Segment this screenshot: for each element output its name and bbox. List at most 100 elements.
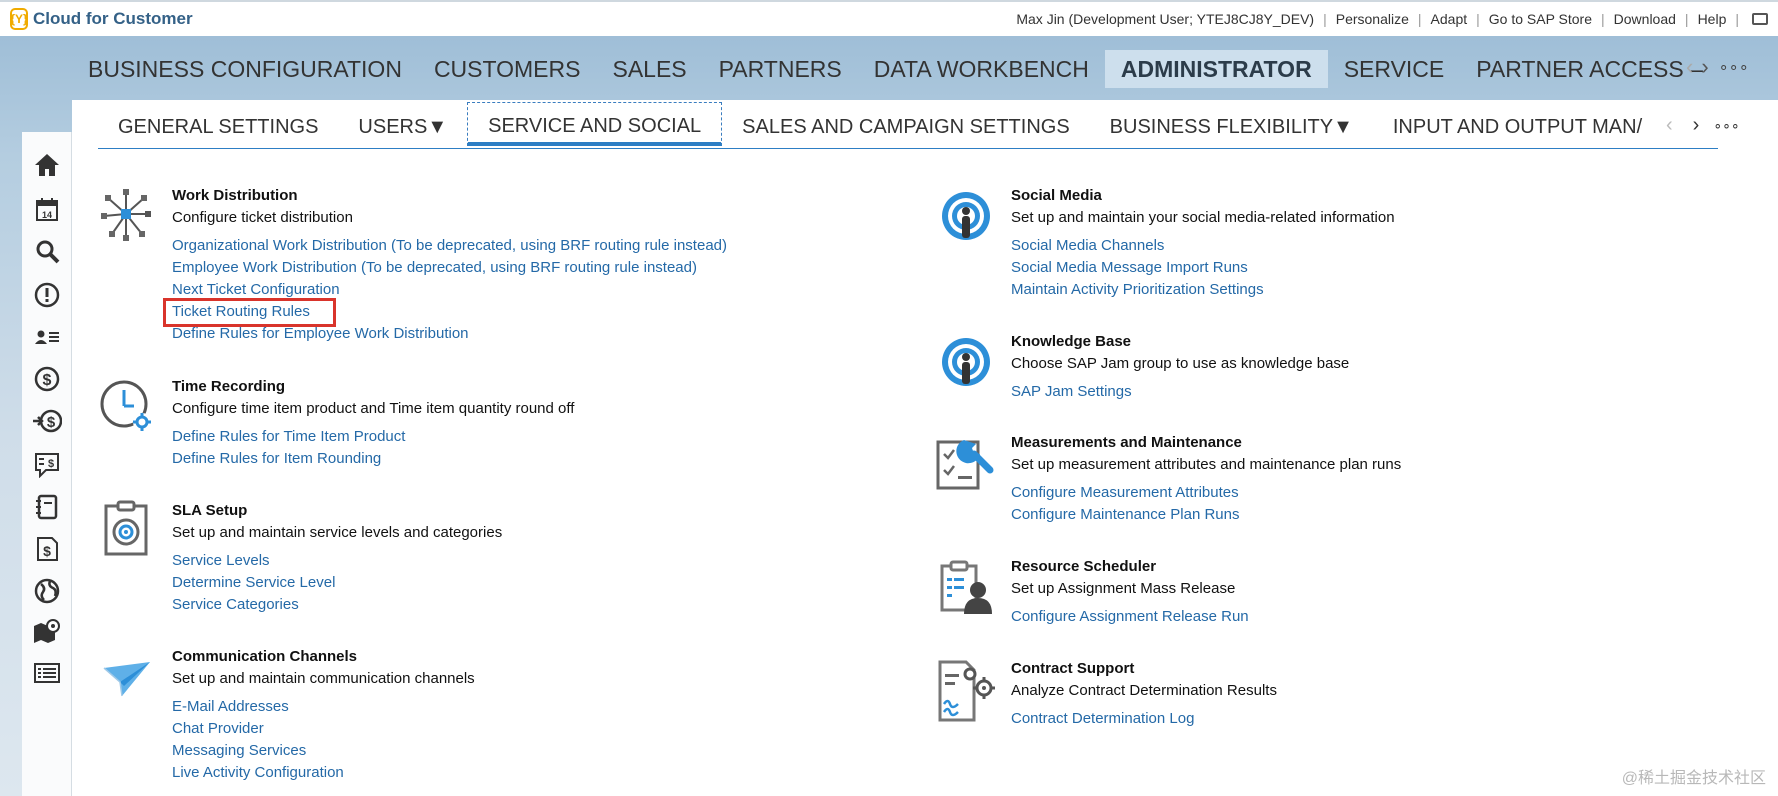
section-title: Time Recording: [172, 378, 286, 395]
personalize-link[interactable]: Personalize: [1336, 11, 1409, 27]
content-panel: [72, 100, 1778, 796]
link-configure-assignment-release-run[interactable]: Configure Assignment Release Run: [1011, 608, 1249, 625]
dollar-icon[interactable]: $: [32, 364, 62, 394]
nav-partner-access[interactable]: PARTNER ACCESS –: [1460, 50, 1719, 88]
download-link[interactable]: Download: [1614, 11, 1676, 27]
main-nav-scroll: ‹ › ∘∘∘: [1686, 54, 1749, 80]
separator: |: [1735, 11, 1739, 27]
sub-nav-scroll: ‹ › ∘∘∘: [1666, 114, 1740, 137]
section-title: Resource Scheduler: [1011, 558, 1157, 575]
window-icon[interactable]: [1752, 13, 1768, 25]
link-define-rules-item-rounding[interactable]: Define Rules for Item Rounding: [172, 450, 381, 467]
link-social-media-channels[interactable]: Social Media Channels: [1011, 237, 1164, 254]
alert-icon[interactable]: [32, 280, 62, 310]
nav-service[interactable]: SERVICE: [1328, 50, 1461, 88]
chevron-left-icon[interactable]: ‹: [1666, 114, 1673, 137]
link-define-rules-employee-work-distribution[interactable]: Define Rules for Employee Work Distribut…: [172, 325, 469, 342]
section-description: Set up and maintain service levels and c…: [172, 524, 503, 541]
nav-data-workbench[interactable]: DATA WORKBENCH: [858, 50, 1105, 88]
separator: |: [1684, 11, 1689, 27]
shell-bar: {Y} Cloud for Customer Max Jin (Developm…: [0, 0, 1778, 36]
social-media-icon: [938, 192, 994, 248]
svg-text:$: $: [48, 458, 54, 470]
globe-icon[interactable]: [32, 576, 62, 606]
section-title: Work Distribution: [172, 187, 298, 204]
measurement-wrench-icon: [934, 436, 994, 492]
link-sap-jam-settings[interactable]: SAP Jam Settings: [1011, 383, 1132, 400]
nav-partners[interactable]: PARTNERS: [703, 50, 858, 88]
map-icon[interactable]: [32, 616, 62, 646]
link-next-ticket-configuration[interactable]: Next Ticket Configuration: [172, 281, 340, 298]
tab-general-settings[interactable]: GENERAL SETTINGS: [98, 102, 338, 146]
user-name[interactable]: Max Jin (Development User; YTEJ8CJ8Y_DEV…: [1016, 11, 1314, 27]
contract-gear-icon: [936, 660, 995, 722]
link-email-addresses[interactable]: E-Mail Addresses: [172, 698, 289, 715]
link-determine-service-level[interactable]: Determine Service Level: [172, 574, 335, 591]
link-define-rules-time-item-product[interactable]: Define Rules for Time Item Product: [172, 428, 405, 445]
link-configure-maintenance-plan-runs[interactable]: Configure Maintenance Plan Runs: [1011, 506, 1239, 523]
link-organizational-work-distribution[interactable]: Organizational Work Distribution (To be …: [172, 237, 727, 254]
section-description: Set up Assignment Mass Release: [1011, 580, 1236, 597]
home-icon[interactable]: [32, 150, 62, 180]
notebook-icon[interactable]: [32, 492, 62, 522]
paper-plane-icon: [100, 652, 156, 708]
time-recording-icon: [98, 378, 154, 434]
link-chat-provider[interactable]: Chat Provider: [172, 720, 264, 737]
separator: |: [1323, 11, 1327, 27]
highlight-box: [163, 298, 336, 327]
app-logo[interactable]: {Y} Cloud for Customer: [10, 8, 193, 30]
svg-text:$: $: [43, 372, 52, 389]
tab-users[interactable]: USERS▼: [338, 102, 467, 146]
link-service-categories[interactable]: Service Categories: [172, 596, 299, 613]
section-title: Measurements and Maintenance: [1011, 434, 1242, 451]
tab-service-and-social[interactable]: SERVICE AND SOCIAL: [467, 102, 723, 146]
section-description: Analyze Contract Determination Results: [1011, 682, 1277, 699]
left-sidebar: 14 $ $ $ $: [22, 132, 72, 796]
nav-sales[interactable]: SALES: [596, 50, 702, 88]
sap-store-link[interactable]: Go to SAP Store: [1489, 11, 1592, 27]
invoice-icon[interactable]: $: [32, 534, 62, 564]
knowledge-base-icon: [938, 338, 994, 394]
dollar-transfer-icon[interactable]: $: [32, 406, 62, 436]
quote-icon[interactable]: $: [32, 450, 62, 480]
nav-administrator[interactable]: ADMINISTRATOR: [1104, 50, 1328, 88]
separator: |: [1476, 11, 1480, 27]
section-title: SLA Setup: [172, 502, 248, 519]
tab-business-flexibility[interactable]: BUSINESS FLEXIBILITY▼: [1090, 102, 1373, 146]
link-service-levels[interactable]: Service Levels: [172, 552, 270, 569]
svg-text:14: 14: [42, 210, 52, 220]
resource-scheduler-icon: [938, 560, 994, 616]
link-configure-measurement-attributes[interactable]: Configure Measurement Attributes: [1011, 484, 1239, 501]
contacts-icon[interactable]: [32, 322, 62, 352]
link-messaging-services[interactable]: Messaging Services: [172, 742, 306, 759]
link-live-activity-configuration[interactable]: Live Activity Configuration: [172, 764, 344, 781]
search-icon[interactable]: [32, 236, 62, 266]
chevron-left-icon[interactable]: ‹: [1686, 54, 1693, 80]
link-contract-determination-log[interactable]: Contract Determination Log: [1011, 710, 1194, 727]
section-title: Social Media: [1011, 187, 1102, 204]
link-maintain-activity-prioritization-settings[interactable]: Maintain Activity Prioritization Setting…: [1011, 281, 1264, 298]
section-title: Communication Channels: [172, 648, 358, 665]
section-title: Knowledge Base: [1011, 333, 1132, 350]
main-work-center-nav: BUSINESS CONFIGURATION CUSTOMERS SALES P…: [78, 50, 1719, 88]
chevron-right-icon[interactable]: ›: [1701, 54, 1708, 80]
separator: |: [1601, 11, 1605, 27]
section-description: Configure time item product and Time ite…: [172, 400, 575, 417]
adapt-link[interactable]: Adapt: [1431, 11, 1468, 27]
link-employee-work-distribution[interactable]: Employee Work Distribution (To be deprec…: [172, 259, 697, 276]
link-social-media-message-import-runs[interactable]: Social Media Message Import Runs: [1011, 259, 1248, 276]
more-icon[interactable]: ∘∘∘: [1719, 57, 1749, 77]
sub-nav-underline: [98, 148, 1718, 149]
nav-customers[interactable]: CUSTOMERS: [418, 50, 597, 88]
section-description: Choose SAP Jam group to use as knowledge…: [1011, 355, 1350, 372]
section-description: Set up and maintain communication channe…: [172, 670, 475, 687]
nav-business-configuration[interactable]: BUSINESS CONFIGURATION: [78, 50, 418, 88]
more-icon[interactable]: ∘∘∘: [1713, 117, 1739, 134]
calendar-icon[interactable]: 14: [32, 194, 62, 224]
tab-sales-and-campaign-settings[interactable]: SALES AND CAMPAIGN SETTINGS: [722, 102, 1089, 146]
help-link[interactable]: Help: [1698, 11, 1727, 27]
watermark-text: @稀土掘金技术社区: [1621, 770, 1766, 787]
tab-input-and-output-management[interactable]: INPUT AND OUTPUT MAN/: [1373, 102, 1662, 146]
chevron-right-icon[interactable]: ›: [1693, 114, 1700, 137]
list-icon[interactable]: [32, 658, 62, 688]
